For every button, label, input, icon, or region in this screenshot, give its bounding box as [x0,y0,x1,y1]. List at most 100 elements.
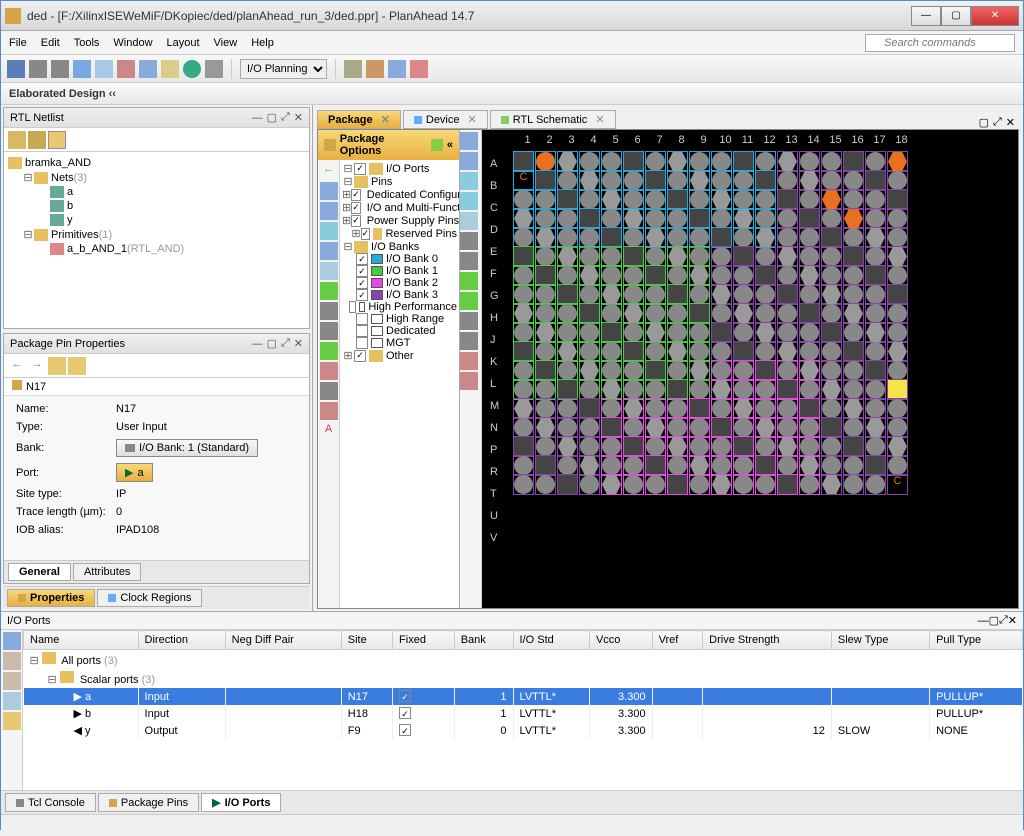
tree-bank2[interactable]: I/O Bank 2 [386,277,438,289]
nets-folder[interactable]: Nets [51,172,74,184]
io-row-b[interactable]: ▶ b InputH18 ✓1 LVTTL*3.300 PULLUP* [24,705,1023,722]
port-icon[interactable] [3,712,21,730]
tab-attributes[interactable]: Attributes [73,563,141,581]
zoom-out-icon[interactable] [460,152,478,170]
find-icon[interactable] [139,60,157,78]
tree-ioports[interactable]: I/O Ports [386,163,429,175]
layout-select[interactable]: I/O Planning [240,59,327,79]
close-icon[interactable]: ✕ [381,113,390,126]
expand-icon[interactable] [8,131,26,149]
package-grid[interactable]: CC [514,152,907,494]
close-icon[interactable]: ✕ [468,113,477,126]
prim-item[interactable]: a_b_AND_1 [67,243,127,255]
tree-reserved[interactable]: Reserved Pins [385,228,457,240]
tab-properties[interactable]: Properties [7,589,95,607]
back-button[interactable]: ← [8,357,26,375]
select-icon[interactable] [3,692,21,710]
autofit-icon[interactable] [320,282,338,300]
ruler-icon[interactable] [320,302,338,320]
minimize-icon[interactable]: — [252,338,263,350]
highlight-icon[interactable] [344,60,362,78]
close-icon[interactable]: ✕ [1008,614,1017,627]
grid-icon[interactable] [320,322,338,340]
close-icon[interactable]: ✕ [595,113,604,126]
paste-icon[interactable] [95,60,113,78]
prims-folder[interactable]: Primitives [51,229,99,241]
zoom-fit-icon[interactable] [460,172,478,190]
tree-iomulti[interactable]: I/O and Multi-Funct [367,202,459,214]
collapse-icon[interactable] [28,131,46,149]
minimize-button[interactable]: — [911,6,941,26]
forward-button[interactable]: → [28,357,46,375]
maximize-button[interactable]: ▢ [941,6,971,26]
ruler-icon[interactable] [388,60,406,78]
tree-bank3[interactable]: I/O Bank 3 [386,289,438,301]
pkg-options-tree[interactable]: ⊟I/O Ports ⊟Pins ⊞Dedicated Configur ⊞I/… [340,160,459,608]
redo-icon[interactable] [51,60,69,78]
menu-tools[interactable]: Tools [74,37,100,49]
close-icon[interactable]: ✕ [294,111,303,124]
check-icon[interactable] [183,60,201,78]
tree-mgt[interactable]: MGT [386,337,410,349]
back-icon[interactable]: ← [320,162,338,180]
settings-icon[interactable] [205,60,223,78]
tree-bank1[interactable]: I/O Bank 1 [386,265,438,277]
wand-icon[interactable] [366,60,384,78]
menu-file[interactable]: File [9,37,27,49]
bank-button[interactable]: I/O Bank: 1 (Standard) [116,439,258,457]
misc-icon[interactable] [320,382,338,400]
minimize-icon[interactable]: — [252,112,263,124]
select-icon[interactable] [320,262,338,280]
maximize-icon[interactable]: ⤢ [281,111,290,124]
menu-edit[interactable]: Edit [41,37,60,49]
grid-icon[interactable] [460,252,478,270]
select-icon[interactable] [460,212,478,230]
io-group-all[interactable]: ⊟ All ports (3) [24,650,1023,670]
tab-package[interactable]: Package✕ [317,110,401,129]
net-b[interactable]: b [67,200,73,212]
menu-layout[interactable]: Layout [167,37,200,49]
restore-icon[interactable]: ▢ [267,337,277,350]
expand-icon[interactable] [3,652,21,670]
fit-icon[interactable] [460,292,478,310]
tree-hiperf[interactable]: High Performance [368,301,457,313]
clear-icon[interactable]: A [320,422,338,440]
maximize-icon[interactable]: ⤢ [281,337,290,350]
collapse-icon[interactable]: « [447,139,453,151]
rtl-tree[interactable]: bramka_AND ⊟Nets (3) a b y ⊟Primitives (… [4,152,309,328]
pin-icon[interactable] [48,357,66,375]
tree-hirange[interactable]: High Range [386,313,444,325]
tree-power[interactable]: Power Supply Pins [367,215,459,227]
save-icon[interactable] [7,60,25,78]
misc2-icon[interactable] [460,332,478,350]
io-group-scalar[interactable]: ⊟ Scalar ports (3) [24,669,1023,688]
tab-io-ports[interactable]: ▶I/O Ports [201,793,281,812]
refresh-icon[interactable] [431,139,443,151]
io-row-a[interactable]: ▶ a InputN17 ✓1 LVTTL*3.300 PULLUP* [24,688,1023,705]
net-a[interactable]: a [67,186,73,198]
restore-icon[interactable]: ▢ [989,614,999,627]
maximize-icon[interactable]: ⤢ [999,614,1008,627]
misc-icon[interactable] [460,312,478,330]
refresh-icon[interactable] [460,272,478,290]
zoom-out-icon[interactable] [320,202,338,220]
copy-icon[interactable] [73,60,91,78]
io-row-y[interactable]: ◀ y OutputF9 ✓0 LVTTL*3.300 12SLOWNONE [24,722,1023,739]
delete-icon[interactable] [117,60,135,78]
rtl-root[interactable]: bramka_AND [25,157,91,169]
link-icon[interactable] [68,357,86,375]
menu-help[interactable]: Help [251,37,274,49]
drc-icon[interactable] [320,362,338,380]
search-input[interactable] [865,34,1015,52]
drc-icon[interactable] [460,352,478,370]
tab-rtl-schematic[interactable]: RTL Schematic✕ [490,110,616,129]
zoom-in-icon[interactable] [460,132,478,150]
restore-icon[interactable]: ▢ [979,116,989,129]
zoom-sel-icon[interactable] [460,192,478,210]
select-icon[interactable] [48,131,66,149]
port-button[interactable]: ▶a [116,463,153,482]
tab-tcl-console[interactable]: Tcl Console [5,793,96,812]
misc2-icon[interactable] [320,402,338,420]
tree-pins[interactable]: Pins [371,176,392,188]
tab-package-pins[interactable]: Package Pins [98,793,199,812]
